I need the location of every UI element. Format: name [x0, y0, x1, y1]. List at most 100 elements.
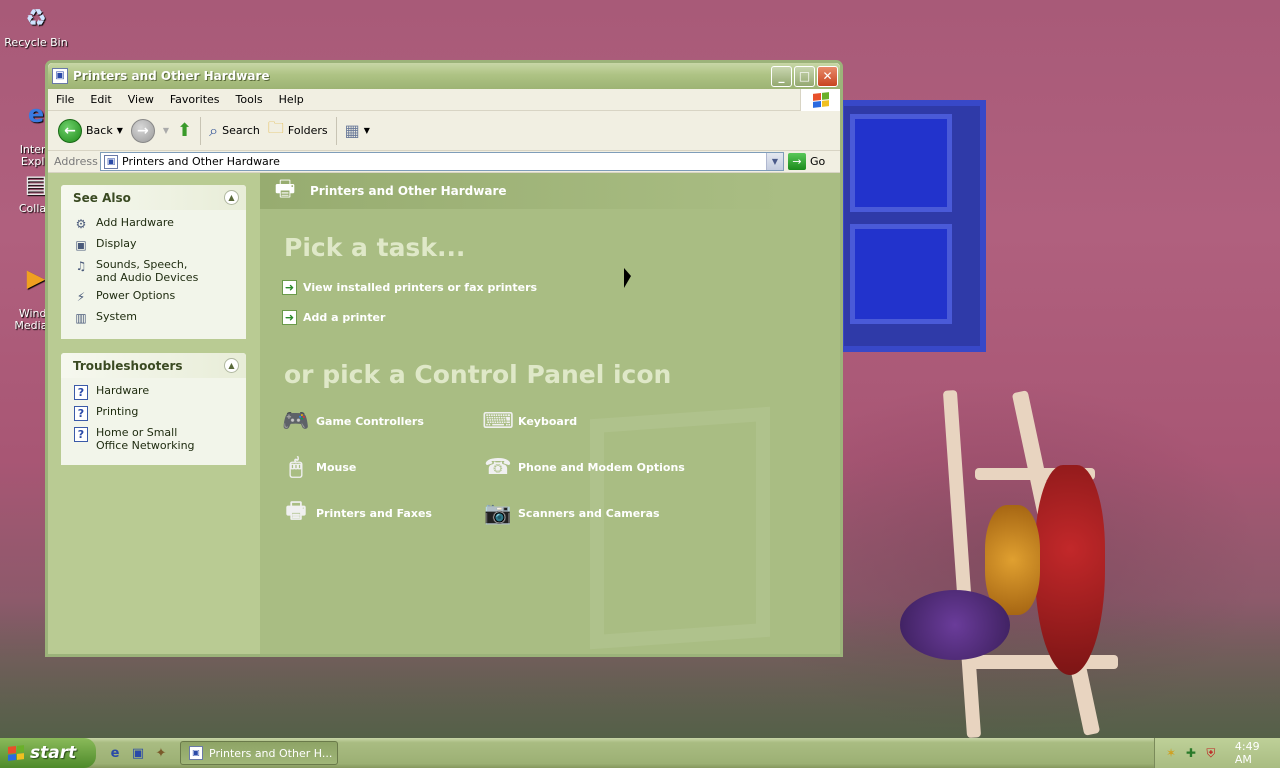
- menu-bar: File Edit View Favorites Tools Help: [48, 89, 840, 111]
- see-also-power-options[interactable]: ⚡ Power Options: [73, 289, 236, 305]
- forward-arrow-icon: →: [130, 118, 155, 143]
- see-also-system[interactable]: ▥ System: [73, 310, 236, 326]
- task-view-printers[interactable]: ➜ View installed printers or fax printer…: [282, 280, 537, 295]
- system-tray: ✶ ✚ ⛨ 4:49 AM: [1154, 738, 1280, 768]
- task-arrow-icon: ➜: [282, 280, 297, 295]
- desktop-icon-recycle-bin[interactable]: ♻ Recycle Bin: [2, 2, 70, 49]
- phone-modem-icon: ☎: [484, 454, 512, 480]
- address-value: Printers and Other Hardware: [122, 155, 280, 168]
- address-input[interactable]: ▣ Printers and Other Hardware ▼: [100, 152, 784, 171]
- menu-tools[interactable]: Tools: [228, 93, 271, 106]
- minimize-icon: _: [778, 69, 785, 83]
- category-header: 🖶 Printers and Other Hardware: [260, 173, 840, 209]
- windows-logo: [800, 89, 840, 111]
- address-folder-icon: ▣: [104, 154, 118, 169]
- views-button[interactable]: ▦ ▼: [341, 115, 374, 147]
- herb-bunch-gold: [985, 505, 1040, 615]
- quick-launch: e ▣ ✦: [106, 744, 170, 762]
- toolbar-separator: [335, 116, 337, 145]
- troubleshooter-printing[interactable]: ? Printing: [73, 405, 236, 421]
- tray-network-icon[interactable]: ✶: [1163, 745, 1179, 761]
- see-also-display[interactable]: ▣ Display: [73, 237, 236, 253]
- troubleshooter-networking[interactable]: ? Home or Small Office Networking: [73, 426, 236, 452]
- go-button[interactable]: → Go: [788, 153, 825, 170]
- see-also-sounds[interactable]: ♫ Sounds, Speech, and Audio Devices: [73, 258, 236, 284]
- troubleshooters-header[interactable]: Troubleshooters ▲: [61, 353, 246, 378]
- views-dropdown-icon: ▼: [363, 126, 370, 135]
- quick-launch-desktop-icon[interactable]: ▣: [129, 744, 147, 762]
- forward-dropdown-icon[interactable]: ▼: [163, 126, 169, 135]
- up-folder-icon: ⬆: [177, 120, 193, 141]
- troubleshooters-panel: Troubleshooters ▲ ? Hardware ? Printing …: [61, 353, 246, 465]
- folder-window-icon: ▣: [52, 68, 68, 84]
- taskbar-button-printers[interactable]: ▣ Printers and Other H...: [180, 741, 338, 765]
- add-hardware-icon: ⚙: [75, 217, 87, 231]
- taskbar: start e ▣ ✦ ▣ Printers and Other H... ✶ …: [0, 738, 1280, 768]
- troubleshooter-hardware[interactable]: ? Hardware: [73, 384, 236, 400]
- quick-launch-media-icon[interactable]: ✦: [152, 744, 170, 762]
- herb-bunch-purple: [900, 590, 1010, 660]
- task-add-printer[interactable]: ➜ Add a printer: [282, 310, 385, 325]
- address-dropdown-icon[interactable]: ▼: [766, 153, 783, 170]
- windows-flag-icon: [8, 745, 24, 761]
- pick-task-heading: Pick a task...: [284, 233, 466, 262]
- menu-view[interactable]: View: [120, 93, 162, 106]
- menu-file[interactable]: File: [48, 93, 82, 106]
- quick-launch-ie-icon[interactable]: e: [106, 744, 124, 762]
- game-controllers-icon: 🎮: [282, 408, 310, 434]
- views-grid-icon: ▦: [344, 121, 360, 140]
- see-also-panel: See Also ▲ ⚙ Add Hardware ▣ Display ♫ So…: [61, 185, 246, 339]
- maximize-button[interactable]: □: [794, 65, 815, 87]
- close-button[interactable]: ✕: [817, 65, 838, 87]
- mouse-icon: 🖱: [289, 454, 303, 480]
- menu-help[interactable]: Help: [271, 93, 312, 106]
- wallpaper-pane-top: [850, 114, 952, 212]
- up-button[interactable]: ⬆: [173, 115, 196, 147]
- toolbar-separator: [200, 116, 202, 145]
- windows-flag-icon: [812, 92, 829, 108]
- content-area: See Also ▲ ⚙ Add Hardware ▣ Display ♫ So…: [48, 173, 840, 654]
- back-dropdown-icon[interactable]: ▼: [117, 126, 123, 135]
- wallpaper-pane-bottom: [850, 224, 952, 324]
- pick-icon-heading: or pick a Control Panel icon: [284, 360, 672, 389]
- cp-mouse[interactable]: 🖱 Mouse: [280, 451, 356, 483]
- tray-safely-remove-icon[interactable]: ✚: [1183, 745, 1199, 761]
- recycle-bin-icon: ♻: [25, 4, 47, 32]
- display-icon: ▣: [75, 238, 87, 252]
- cp-game-controllers[interactable]: 🎮 Game Controllers: [280, 405, 424, 437]
- maximize-icon: □: [798, 69, 811, 83]
- title-bar[interactable]: ▣ Printers and Other Hardware _ □ ✕: [48, 63, 840, 89]
- forward-button[interactable]: → ▼: [127, 115, 173, 147]
- cp-phone-modem[interactable]: ☎ Phone and Modem Options: [482, 451, 685, 483]
- help-question-icon: ?: [74, 385, 88, 400]
- ladder-rung: [968, 655, 1118, 669]
- menu-edit[interactable]: Edit: [82, 93, 119, 106]
- clock[interactable]: 4:49 AM: [1235, 740, 1280, 766]
- explorer-window: ▣ Printers and Other Hardware _ □ ✕ File…: [45, 60, 843, 657]
- minimize-button[interactable]: _: [771, 65, 792, 87]
- folders-icon: 🗀: [267, 118, 284, 137]
- help-question-icon: ?: [74, 427, 88, 442]
- collapse-chevron-icon[interactable]: ▲: [224, 190, 239, 205]
- folders-button[interactable]: 🗀 Folders: [264, 115, 332, 147]
- cp-printers-faxes[interactable]: 🖶 Printers and Faxes: [280, 497, 432, 529]
- window-title: Printers and Other Hardware: [73, 69, 270, 83]
- search-button[interactable]: ⌕ Search: [205, 115, 264, 147]
- address-bar: Address ▣ Printers and Other Hardware ▼ …: [48, 151, 840, 173]
- back-arrow-icon: ←: [58, 118, 82, 143]
- scanners-cameras-icon: 📷: [484, 500, 512, 526]
- cp-scanners-cameras[interactable]: 📷 Scanners and Cameras: [482, 497, 659, 529]
- power-options-icon: ⚡: [76, 290, 86, 304]
- standard-toolbar: ← Back ▼ → ▼ ⬆ ⌕ Search 🗀 Folders ▦ ▼: [48, 111, 840, 151]
- menu-favorites[interactable]: Favorites: [162, 93, 228, 106]
- see-also-header[interactable]: See Also ▲: [61, 185, 246, 210]
- back-button[interactable]: ← Back ▼: [54, 115, 127, 147]
- close-icon: ✕: [822, 69, 833, 83]
- printer-header-icon: 🖶: [274, 177, 296, 202]
- see-also-add-hardware[interactable]: ⚙ Add Hardware: [73, 216, 236, 232]
- cp-keyboard[interactable]: ⌨ Keyboard: [482, 405, 577, 437]
- start-button[interactable]: start: [0, 738, 96, 768]
- go-arrow-icon: →: [788, 153, 806, 170]
- tray-security-shield-icon[interactable]: ⛨: [1203, 745, 1219, 761]
- collapse-chevron-icon[interactable]: ▲: [224, 358, 239, 373]
